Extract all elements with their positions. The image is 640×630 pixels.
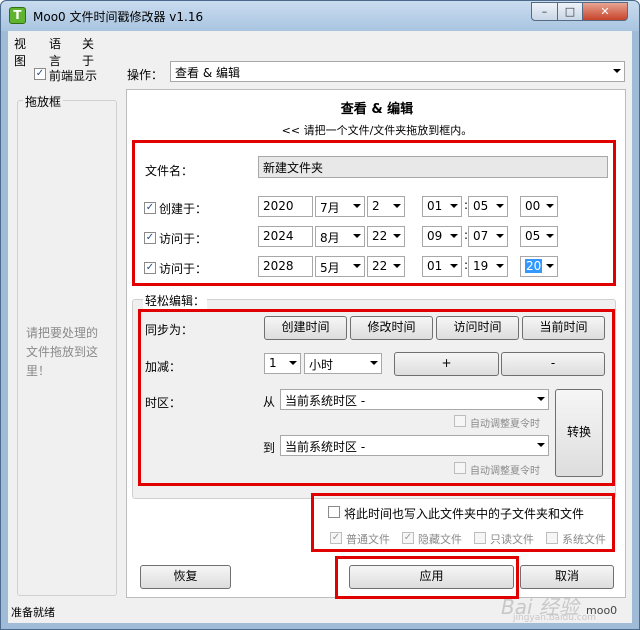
title-bar[interactable]: T Moo0 文件时间戳修改器 v1.16 – □ ✕ bbox=[1, 1, 639, 31]
maximize-button[interactable]: □ bbox=[557, 2, 583, 21]
highlight-times bbox=[132, 140, 616, 286]
menu-language[interactable]: 语言 bbox=[49, 35, 61, 69]
dropzone-title: 拖放框 bbox=[23, 93, 64, 110]
operation-select[interactable]: 查看 & 编辑 bbox=[170, 61, 625, 82]
restore-button[interactable]: 恢复 bbox=[140, 565, 231, 589]
dropzone-hint: 请把要处理的文件拖放到这里！ bbox=[26, 326, 99, 378]
always-on-top-checkbox[interactable]: ✓ bbox=[34, 68, 46, 80]
cancel-button[interactable]: 取消 bbox=[520, 565, 614, 589]
app-logo-icon: T bbox=[9, 7, 26, 24]
highlight-subfolders bbox=[311, 493, 615, 552]
menu-about[interactable]: 关于 bbox=[82, 35, 94, 69]
operation-label: 操作： bbox=[127, 68, 164, 82]
chevron-down-icon bbox=[613, 69, 621, 73]
status-text: 准备就绪 bbox=[11, 606, 55, 619]
window-title: Moo0 文件时间戳修改器 v1.16 bbox=[33, 10, 204, 24]
app-window: T Moo0 文件时间戳修改器 v1.16 – □ ✕ 视图 语言 关于 ✓ 前… bbox=[0, 0, 640, 630]
highlight-easy-edit bbox=[138, 309, 615, 486]
panel-subheading: << 请把一个文件/文件夹拖放到框内。 bbox=[281, 124, 473, 137]
watermark-sub: jingyan.baidu.com bbox=[513, 613, 597, 623]
close-button[interactable]: ✕ bbox=[582, 2, 628, 21]
panel-heading: 查看 & 编辑 bbox=[340, 102, 414, 117]
main-panel: 查看 & 编辑 << 请把一个文件/文件夹拖放到框内。 文件名： 新建文件夹 ✓… bbox=[126, 89, 626, 598]
client-area: 视图 语言 关于 ✓ 前端显示 操作： 查看 & 编辑 拖放框 请把要处理的文件… bbox=[8, 31, 632, 623]
operation-select-value: 查看 & 编辑 bbox=[175, 66, 240, 80]
easy-edit-title: 轻松编辑： bbox=[143, 292, 208, 309]
always-on-top-label: 前端显示 bbox=[49, 69, 98, 83]
minimize-button[interactable]: – bbox=[531, 2, 558, 21]
menu-view[interactable]: 视图 bbox=[14, 35, 26, 69]
highlight-apply bbox=[335, 556, 519, 599]
